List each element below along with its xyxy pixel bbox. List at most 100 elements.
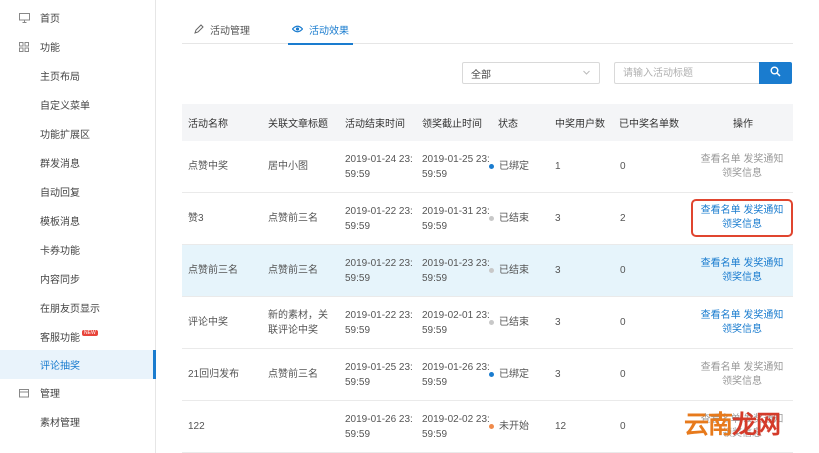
view-list-link[interactable]: 查看名单 bbox=[701, 205, 741, 216]
view-list-link[interactable]: 查看名单 bbox=[701, 258, 741, 269]
pencil-icon bbox=[194, 24, 204, 34]
cell-deadline: 2019-01-31 23:59:59 bbox=[422, 205, 490, 232]
tab-bar: 活动管理 活动效果 bbox=[182, 14, 793, 45]
search-input[interactable] bbox=[614, 62, 760, 84]
send-notification-link[interactable]: 发奖通知 bbox=[743, 205, 783, 216]
sidebar-item-9[interactable]: 内容同步 bbox=[0, 264, 156, 293]
sidebar-item-label: 模板消息 bbox=[40, 217, 80, 228]
sidebar-item-3[interactable]: 自定义菜单 bbox=[0, 90, 156, 119]
cell-deadline: 2019-02-02 23:59:59 bbox=[422, 413, 490, 440]
sidebar-item-4[interactable]: 功能扩展区 bbox=[0, 119, 156, 148]
cell-listed-count: 0 bbox=[620, 317, 626, 328]
sidebar-section-0[interactable]: 首页 bbox=[0, 3, 156, 32]
search-icon bbox=[770, 66, 781, 80]
sidebar-item-10[interactable]: 在朋友页显示 bbox=[0, 293, 156, 322]
tab-label: 活动效果 bbox=[309, 25, 349, 37]
cell-status: 已绑定 bbox=[489, 349, 529, 400]
sidebar-section-1[interactable]: 功能 bbox=[0, 32, 156, 61]
search-button[interactable] bbox=[759, 62, 792, 84]
tab-activity-effect[interactable]: 活动效果 bbox=[288, 14, 353, 45]
cell-listed-count: 0 bbox=[620, 265, 626, 276]
send-notification-link[interactable]: 发奖通知 bbox=[743, 154, 783, 165]
send-notification-link[interactable]: 发奖通知 bbox=[743, 258, 783, 269]
status-select[interactable]: 全部 bbox=[462, 62, 600, 84]
sidebar-item-label: 功能扩展区 bbox=[40, 130, 90, 141]
cell-listed-count: 0 bbox=[620, 421, 626, 432]
sidebar-item-label: 卡券功能 bbox=[40, 246, 80, 257]
table-header: 活动名称 关联文章标题 活动结束时间 领奖截止时间 状态 中奖用户数 已中奖名单… bbox=[182, 104, 793, 141]
cell-status: 已结束 bbox=[489, 193, 529, 244]
cell-winners-count: 12 bbox=[555, 421, 567, 432]
cell-article-title bbox=[268, 401, 336, 452]
cell-deadline: 2019-01-23 23:59:59 bbox=[422, 257, 490, 284]
sidebar-item-label: 管理 bbox=[40, 389, 60, 400]
watermark-text-a: 云南 bbox=[684, 410, 733, 439]
cell-activity-name: 点赞前三名 bbox=[188, 265, 238, 276]
col-header-name: 活动名称 bbox=[188, 119, 228, 130]
col-header-actions: 操作 bbox=[733, 119, 753, 130]
claim-info-link[interactable]: 领奖信息 bbox=[722, 219, 762, 230]
watermark-text-b: 龙网 bbox=[732, 410, 781, 439]
sidebar-item-5[interactable]: 群发消息 bbox=[0, 148, 156, 177]
col-header-article: 关联文章标题 bbox=[268, 119, 328, 130]
status-text: 已结束 bbox=[499, 213, 529, 224]
sidebar-item-label: 主页布局 bbox=[40, 72, 80, 83]
sidebar-item-label: 评论抽奖 bbox=[40, 361, 80, 372]
cell-winners-count: 3 bbox=[555, 213, 561, 224]
col-header-listed: 已中奖名单数 bbox=[619, 119, 679, 130]
sidebar-item-label: 在朋友页显示 bbox=[40, 304, 100, 315]
cell-deadline: 2019-02-01 23:59:59 bbox=[422, 309, 490, 336]
cell-activity-name: 122 bbox=[188, 421, 205, 432]
sidebar-item-11[interactable]: 客服功能 NEW bbox=[0, 322, 156, 351]
cell-activity-name: 21回归发布 bbox=[188, 369, 240, 380]
col-header-deadline: 领奖截止时间 bbox=[422, 119, 482, 130]
cell-activity-name: 评论中奖 bbox=[188, 317, 228, 328]
view-list-link[interactable]: 查看名单 bbox=[701, 310, 741, 321]
send-notification-link[interactable]: 发奖通知 bbox=[743, 362, 783, 373]
status-text: 已结束 bbox=[499, 317, 529, 328]
cell-end-time: 2019-01-25 23:59:59 bbox=[345, 361, 413, 388]
sidebar-item-6[interactable]: 自动回复 bbox=[0, 177, 156, 206]
status-select-value: 全部 bbox=[471, 69, 491, 81]
tab-activity-management[interactable]: 活动管理 bbox=[194, 14, 250, 44]
cell-end-time: 2019-01-26 23:59:59 bbox=[345, 413, 413, 440]
row-actions: 查看名单 发奖通知领奖信息 bbox=[692, 297, 792, 348]
claim-info-link[interactable]: 领奖信息 bbox=[722, 376, 762, 387]
sidebar-item-2[interactable]: 主页布局 bbox=[0, 61, 156, 90]
sidebar-section-13[interactable]: 管理 bbox=[0, 378, 156, 407]
status-dot bbox=[489, 164, 494, 169]
view-list-link[interactable]: 查看名单 bbox=[701, 154, 741, 165]
row-actions: 查看名单 发奖通知领奖信息 bbox=[691, 199, 793, 237]
claim-info-link[interactable]: 领奖信息 bbox=[722, 272, 762, 283]
new-badge: NEW bbox=[82, 329, 98, 336]
sidebar-item-14[interactable]: 素材管理 bbox=[0, 407, 156, 436]
send-notification-link[interactable]: 发奖通知 bbox=[743, 310, 783, 321]
status-dot bbox=[489, 320, 494, 325]
status-dot bbox=[489, 372, 494, 377]
sidebar-item-12[interactable]: 评论抽奖 bbox=[0, 350, 156, 379]
sidebar-item-label: 自定义菜单 bbox=[40, 101, 90, 112]
sidebar-item-label: 自动回复 bbox=[40, 188, 80, 199]
cell-winners-count: 1 bbox=[555, 161, 561, 172]
sidebar-item-7[interactable]: 模板消息 bbox=[0, 206, 156, 235]
col-header-status: 状态 bbox=[498, 119, 518, 130]
cell-article-title: 点赞前三名 bbox=[268, 369, 318, 380]
col-header-winners: 中奖用户数 bbox=[555, 119, 605, 130]
grid-icon bbox=[18, 41, 30, 53]
table-row: 赞3 点赞前三名 2019-01-22 23:59:59 2019-01-31 23:… bbox=[182, 193, 793, 245]
cell-article-title: 点赞前三名 bbox=[268, 213, 318, 224]
table-row: 点赞前三名 点赞前三名 2019-01-22 23:59:59 2019-01-23 … bbox=[182, 245, 793, 297]
table-row: 21回归发布 点赞前三名 2019-01-25 23:59:59 2019-01-26… bbox=[182, 349, 793, 401]
eye-icon bbox=[292, 24, 303, 34]
cell-status: 已结束 bbox=[489, 245, 529, 296]
monitor-icon bbox=[18, 12, 30, 24]
sidebar-item-8[interactable]: 卡券功能 bbox=[0, 235, 156, 264]
cell-end-time: 2019-01-22 23:59:59 bbox=[345, 205, 413, 232]
view-list-link[interactable]: 查看名单 bbox=[701, 362, 741, 373]
status-text: 未开始 bbox=[499, 421, 529, 432]
claim-info-link[interactable]: 领奖信息 bbox=[722, 168, 762, 179]
claim-info-link[interactable]: 领奖信息 bbox=[722, 324, 762, 335]
sidebar-item-label: 首页 bbox=[40, 14, 60, 25]
cell-activity-name: 点赞中奖 bbox=[188, 161, 228, 172]
cell-end-time: 2019-01-22 23:59:59 bbox=[345, 257, 413, 284]
